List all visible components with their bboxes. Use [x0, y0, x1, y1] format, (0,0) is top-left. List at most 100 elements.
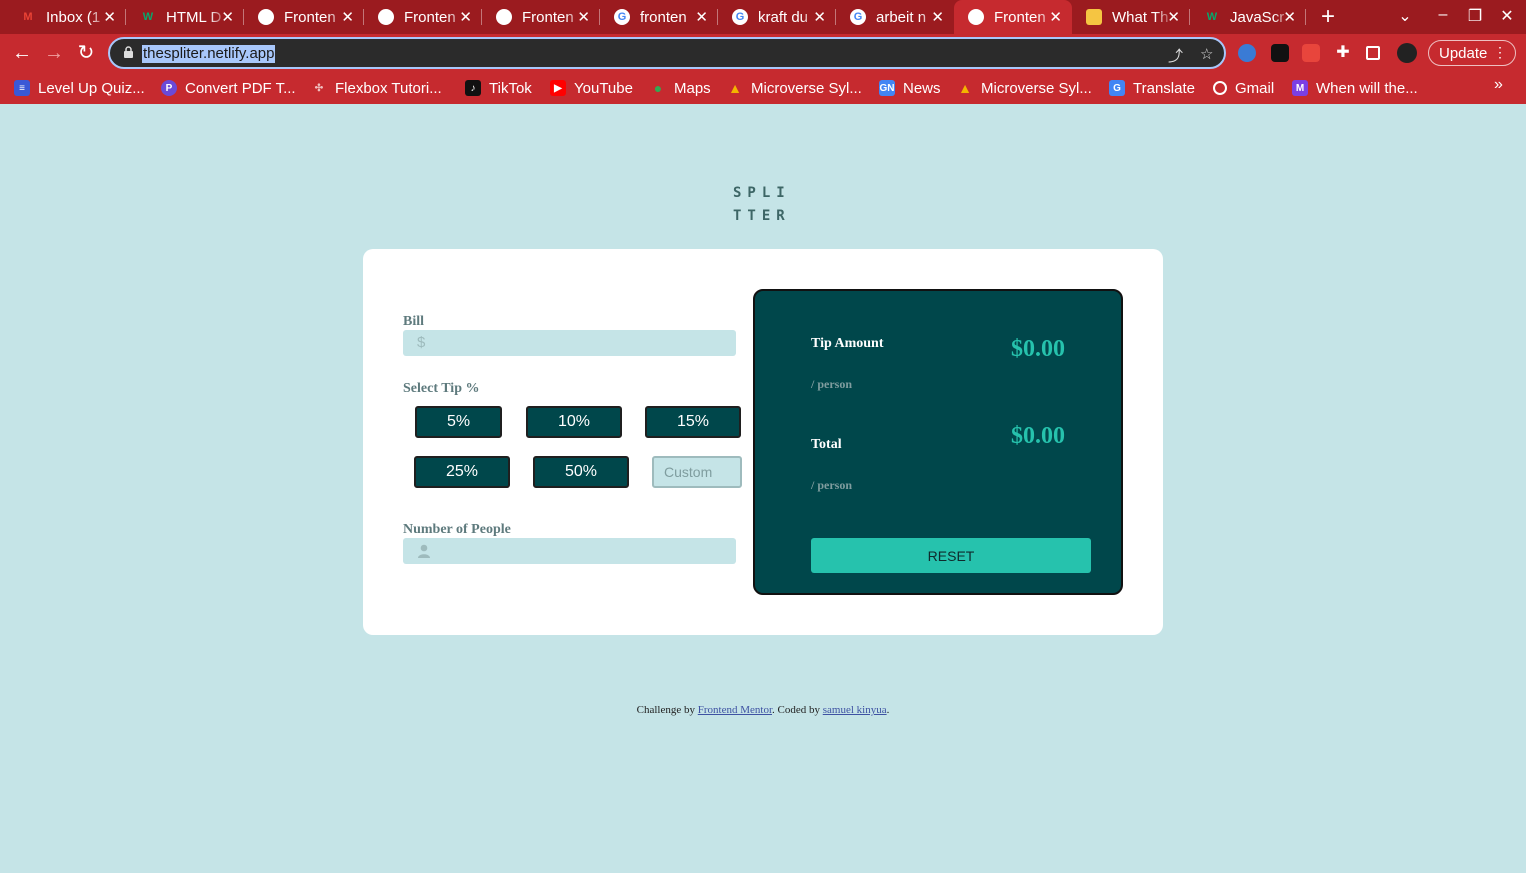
total-value: $0.00 [1011, 423, 1065, 449]
tab-html[interactable]: W HTML D ✕ [126, 0, 244, 34]
tab-google-arbeit[interactable]: G arbeit n ✕ [836, 0, 954, 34]
extension-browser-icon[interactable] [1238, 44, 1256, 62]
extensions-puzzle-icon[interactable]: ✚ [1334, 44, 1352, 62]
close-icon[interactable]: ✕ [341, 8, 354, 26]
article-icon [1086, 9, 1102, 25]
tab-google-frontend[interactable]: G fronten ✕ [600, 0, 718, 34]
bookmark-level-up[interactable]: ≡ Level Up Quiz... [14, 78, 145, 98]
avatar[interactable] [1397, 43, 1417, 63]
close-icon[interactable]: ✕ [221, 8, 234, 26]
bookmark-label: When will the... [1316, 79, 1418, 97]
bill-input[interactable]: $ [403, 330, 736, 356]
tab-search-icon[interactable]: ⌄ [1395, 6, 1415, 26]
bookmark-label: Convert PDF T... [185, 79, 296, 97]
lock-icon [124, 46, 133, 58]
google-icon: G [850, 9, 866, 25]
close-icon[interactable]: ✕ [695, 8, 708, 26]
tab-title: Fronten [404, 8, 456, 26]
bill-label: Bill [403, 314, 425, 329]
bookmark-news[interactable]: GN News [879, 78, 941, 98]
window-close-icon[interactable]: ✕ [1497, 6, 1517, 26]
tab-title: Inbox (1 [46, 8, 101, 26]
bookmark-convert-pdf[interactable]: P Convert PDF T... [161, 78, 296, 98]
close-icon[interactable]: ✕ [813, 8, 826, 26]
bookmark-label: Gmail [1235, 79, 1275, 97]
tab-google-kraft[interactable]: G kraft du ✕ [718, 0, 836, 34]
url-text[interactable]: thespliter.netlify.app [142, 45, 276, 63]
w3schools-icon: W [142, 11, 154, 23]
bookmark-tiktok[interactable]: ♪ TikTok [465, 78, 532, 98]
flexbox-icon: ✣ [314, 82, 324, 94]
maximize-icon[interactable]: ❐ [1465, 6, 1485, 26]
menu-dots-icon[interactable]: ⋮ [1493, 44, 1507, 61]
bookmark-gmail[interactable]: Gmail [1213, 78, 1274, 98]
custom-tip-input[interactable]: Custom [652, 456, 742, 488]
bookmark-label: Microverse Syl... [981, 79, 1092, 97]
tab-frontend-1[interactable]: Fronten ✕ [244, 0, 364, 34]
maps-icon: ● [653, 80, 663, 96]
minimize-icon[interactable]: – [1433, 6, 1453, 24]
frontend-mentor-icon [258, 9, 274, 25]
bookmark-label: TikTok [489, 79, 532, 97]
footer-text: . Coded by [772, 704, 823, 716]
tab-title: Fronten [522, 8, 574, 26]
bookmark-maps[interactable]: ● Maps [650, 78, 711, 98]
drive-icon: ▲ [728, 80, 742, 96]
author-link[interactable]: samuel kinyua [823, 704, 887, 716]
tip-amount-value: $0.00 [1011, 336, 1065, 362]
update-button[interactable]: Update ⋮ [1428, 40, 1516, 66]
w3schools-icon: W [1206, 11, 1218, 23]
close-icon[interactable]: ✕ [1049, 8, 1062, 26]
tip-5-button[interactable]: 5% [415, 406, 502, 438]
star-icon[interactable]: ☆ [1200, 45, 1213, 63]
forward-icon[interactable]: → [42, 42, 66, 64]
tab-title: What Th [1112, 8, 1169, 26]
close-icon[interactable]: ✕ [103, 8, 116, 26]
tab-frontend-3[interactable]: Fronten ✕ [482, 0, 600, 34]
list-icon: ≡ [14, 80, 30, 96]
close-icon[interactable]: ✕ [459, 8, 472, 26]
tab-what[interactable]: What Th ✕ [1072, 0, 1190, 34]
person-icon [418, 544, 430, 558]
bookmarks-overflow-icon[interactable]: » [1494, 76, 1503, 94]
address-bar[interactable]: thespliter.netlify.app ⤴ ☆ [108, 37, 1226, 69]
bookmark-when-will[interactable]: M When will the... [1292, 78, 1418, 98]
google-icon: G [732, 9, 748, 25]
share-icon[interactable]: ⤴ [1168, 45, 1183, 66]
frontend-mentor-link[interactable]: Frontend Mentor [698, 704, 772, 716]
tip-25-button[interactable]: 25% [414, 456, 510, 488]
total-label: Total [811, 437, 842, 452]
extension-lock-icon[interactable] [1271, 44, 1289, 62]
tab-inbox[interactable]: M Inbox (1 ✕ [6, 0, 126, 34]
reload-icon[interactable]: ↻ [74, 42, 98, 64]
tab-javascript[interactable]: W JavaScr ✕ [1190, 0, 1306, 34]
reset-button[interactable]: RESET [811, 538, 1091, 573]
new-tab-button[interactable]: + [1316, 4, 1340, 30]
tab-title: Fronten [994, 8, 1046, 26]
close-icon[interactable]: ✕ [1167, 8, 1180, 26]
tab-title: HTML D [166, 8, 222, 26]
close-icon[interactable]: ✕ [1283, 8, 1296, 26]
people-input[interactable] [403, 538, 736, 564]
back-icon[interactable]: ← [10, 42, 34, 64]
logo-line: SPLI [733, 185, 791, 201]
bookmark-label: Level Up Quiz... [38, 79, 145, 97]
bookmark-youtube[interactable]: ▶ YouTube [550, 78, 633, 98]
bookmark-translate[interactable]: G Translate [1109, 78, 1195, 98]
side-panel-icon[interactable] [1366, 46, 1380, 60]
tab-frontend-2[interactable]: Fronten ✕ [364, 0, 482, 34]
bookmark-microverse-2[interactable]: ▲ Microverse Syl... [957, 78, 1092, 98]
tip-50-button[interactable]: 50% [533, 456, 629, 488]
close-icon[interactable]: ✕ [577, 8, 590, 26]
youtube-icon: ▶ [550, 80, 566, 96]
google-icon: G [614, 9, 630, 25]
tip-15-button[interactable]: 15% [645, 406, 741, 438]
tab-frontend-active[interactable]: Fronten ✕ [954, 0, 1072, 34]
close-icon[interactable]: ✕ [931, 8, 944, 26]
bookmark-flexbox[interactable]: ✣ Flexbox Tutori... [311, 78, 442, 98]
tab-title: arbeit n [876, 8, 927, 26]
frontend-mentor-icon [378, 9, 394, 25]
tip-10-button[interactable]: 10% [526, 406, 622, 438]
bookmark-microverse-1[interactable]: ▲ Microverse Syl... [727, 78, 862, 98]
extension-todoist-icon[interactable] [1302, 44, 1320, 62]
